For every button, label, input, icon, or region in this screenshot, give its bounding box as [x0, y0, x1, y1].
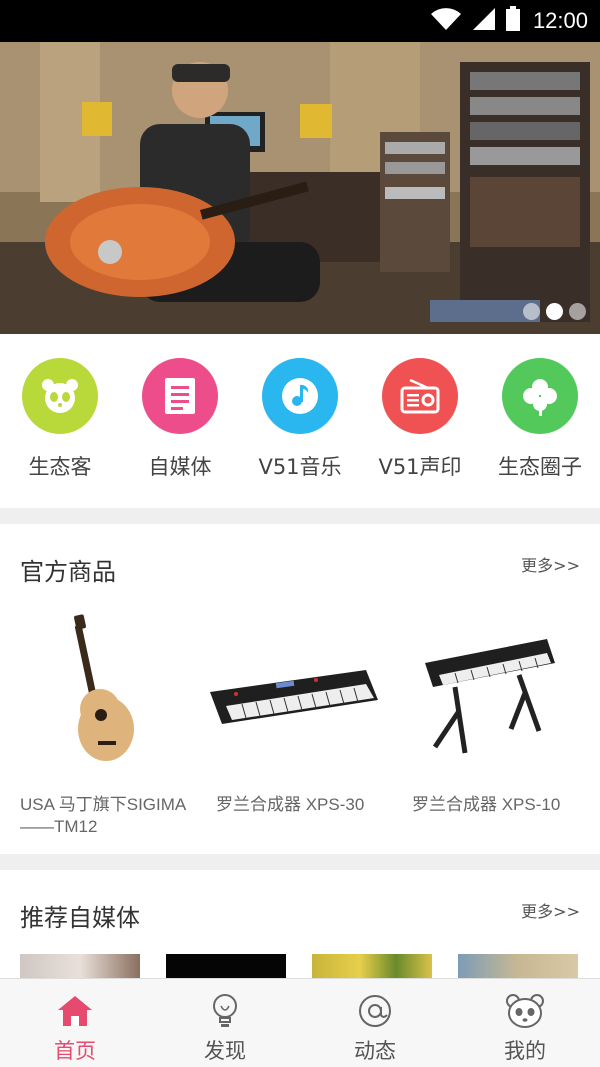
quick-nav-label: V51音乐: [258, 455, 342, 479]
tab-home[interactable]: 首页: [0, 979, 150, 1067]
product-card[interactable]: 罗兰合成器 XPS-30: [196, 604, 392, 844]
tab-label: 动态: [354, 1039, 396, 1063]
product-card[interactable]: 罗兰合成器 XPS-10: [392, 604, 588, 844]
product-list: USA 马丁旗下SIGIMA——TM12 罗兰合成器 XPS-30 罗兰合成器 …: [0, 604, 600, 844]
status-icons: 12:00: [429, 6, 588, 36]
radio-icon: [382, 358, 458, 434]
quick-nav-v51-shengyin[interactable]: V51声印: [360, 358, 480, 508]
acoustic-guitar-image: [0, 604, 196, 784]
quick-nav: 生态客 自媒体 V51音乐 V51声印 生态圈子: [0, 334, 600, 508]
bottom-tab-bar: 首页 发现 动态 我的: [0, 978, 600, 1067]
wifi-icon: [429, 6, 463, 36]
tab-discover[interactable]: 发现: [150, 979, 300, 1067]
panda-icon: [22, 358, 98, 434]
panda-face-icon: [505, 991, 545, 1031]
product-name: USA 马丁旗下SIGIMA——TM12: [20, 795, 187, 836]
more-link[interactable]: 更多>>: [521, 552, 580, 576]
product-name: 罗兰合成器 XPS-30: [216, 795, 365, 814]
quick-nav-v51-music[interactable]: V51音乐: [240, 358, 360, 508]
tab-label: 我的: [504, 1039, 546, 1063]
carousel-dot[interactable]: [569, 303, 586, 320]
document-icon: [142, 358, 218, 434]
tab-label: 发现: [204, 1039, 246, 1063]
carousel-dot-active[interactable]: [546, 303, 563, 320]
quick-nav-shengtai-quanzi[interactable]: 生态圈子: [480, 358, 600, 508]
quick-nav-shengtaike[interactable]: 生态客: [0, 358, 120, 508]
quick-nav-label: V51声印: [378, 455, 462, 479]
tab-mine[interactable]: 我的: [450, 979, 600, 1067]
banner-carousel[interactable]: [0, 42, 600, 334]
keyboard-on-stand-image: [392, 604, 588, 784]
at-icon: [355, 991, 395, 1031]
lightbulb-icon: [205, 991, 245, 1031]
home-icon: [55, 991, 95, 1031]
section-title: 推荐自媒体: [20, 904, 140, 932]
status-time: 12:00: [532, 8, 588, 33]
signal-icon: [471, 6, 497, 36]
music-note-icon: [262, 358, 338, 434]
recommended-media-section: 推荐自媒体 更多>>: [0, 870, 600, 984]
more-link[interactable]: 更多>>: [521, 898, 580, 922]
synthesizer-keyboard-image: [196, 604, 392, 784]
quick-nav-label: 生态客: [28, 455, 92, 479]
quick-nav-zimeiti[interactable]: 自媒体: [120, 358, 240, 508]
status-bar: 12:00: [0, 0, 600, 42]
battery-icon: [505, 6, 521, 36]
clover-icon: [502, 358, 578, 434]
tab-label: 首页: [54, 1039, 96, 1063]
carousel-dot[interactable]: [523, 303, 540, 320]
tab-activity[interactable]: 动态: [300, 979, 450, 1067]
section-title: 官方商品: [20, 558, 116, 586]
product-card[interactable]: USA 马丁旗下SIGIMA——TM12: [0, 604, 196, 844]
official-products-section: 官方商品 更多>> USA 马丁旗下SIGIMA——TM12 罗兰合成器 XPS…: [0, 524, 600, 854]
quick-nav-label: 自媒体: [148, 455, 212, 479]
banner-image: [0, 42, 600, 334]
quick-nav-label: 生态圈子: [498, 455, 582, 479]
product-name: 罗兰合成器 XPS-10: [412, 795, 561, 814]
carousel-indicators: [523, 303, 586, 320]
